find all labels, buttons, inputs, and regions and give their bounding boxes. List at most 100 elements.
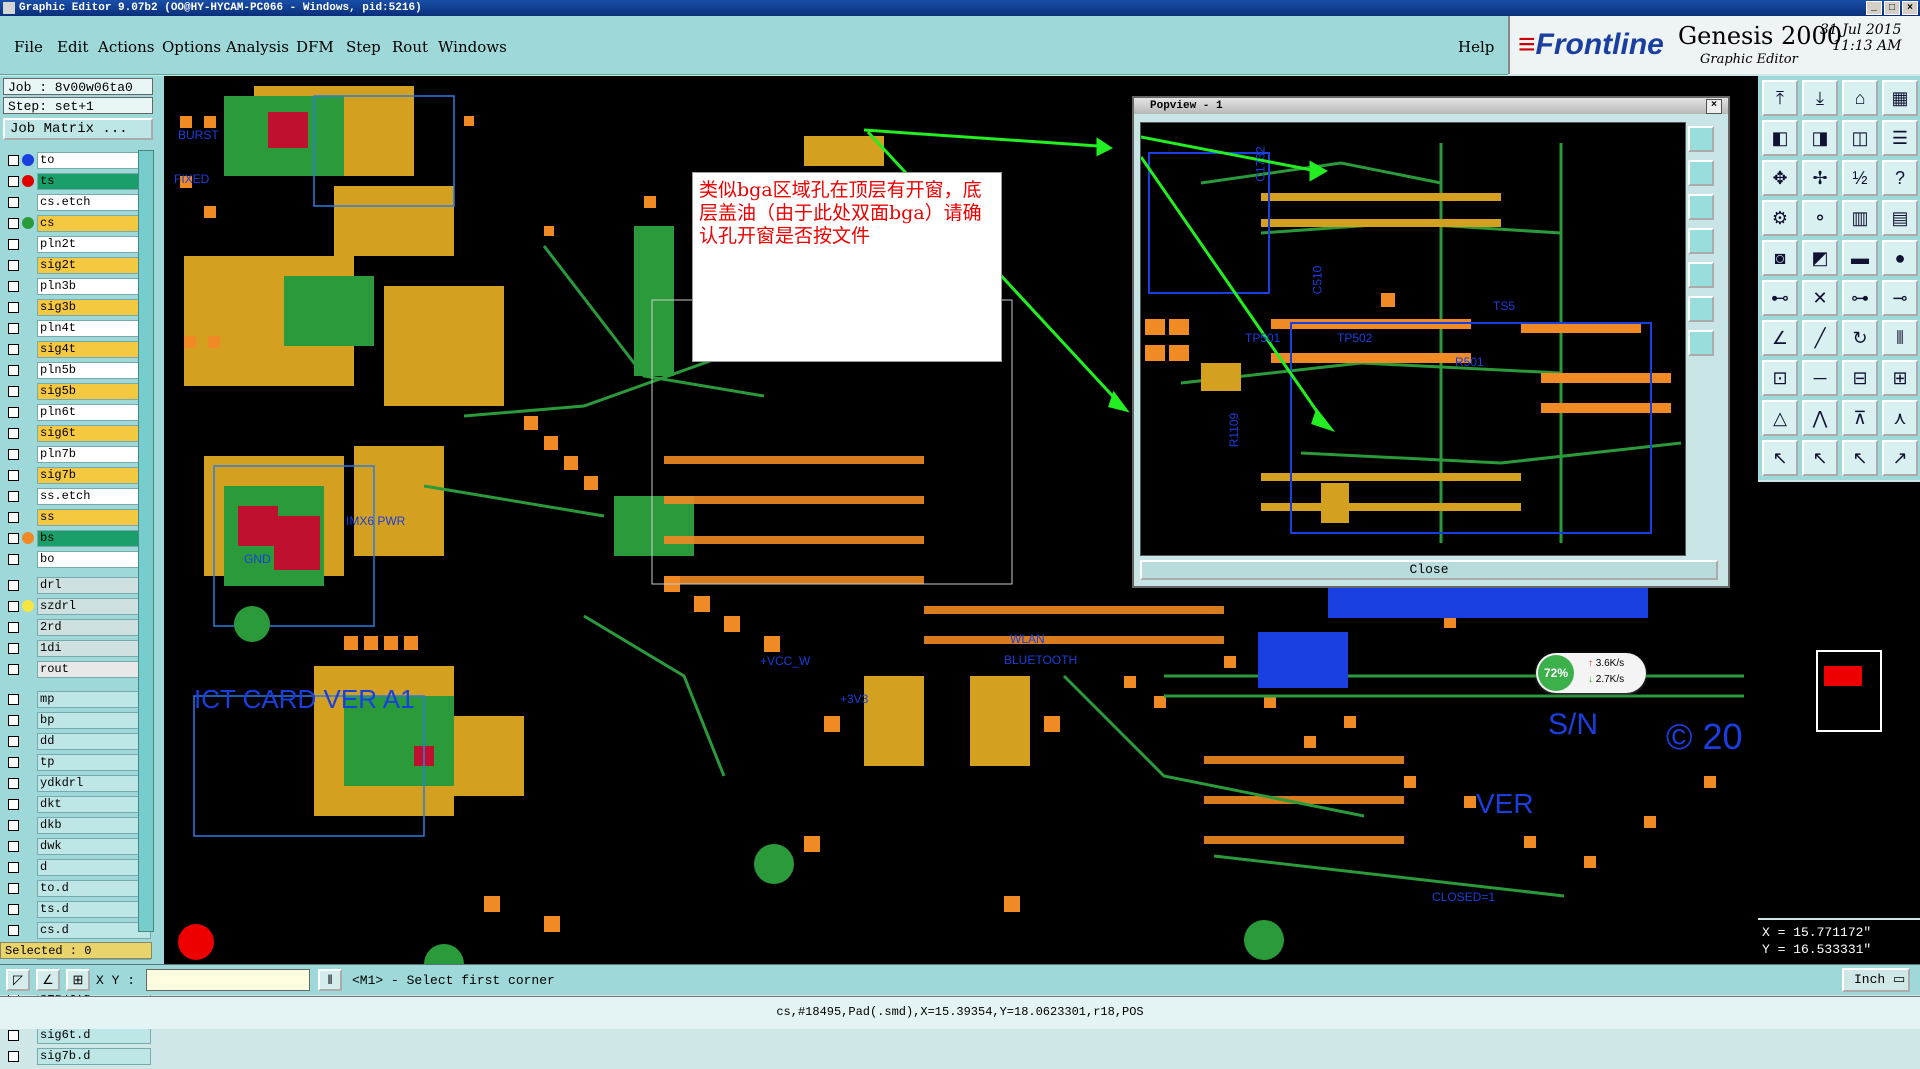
layer-name[interactable]: sig6t [37, 424, 151, 442]
layer-checkbox[interactable] [8, 154, 19, 166]
layer-checkbox[interactable] [8, 406, 19, 418]
toolbar-tool-15-icon[interactable]: ▥ [1842, 200, 1878, 236]
layer-row[interactable]: ts [3, 172, 151, 190]
menu-file[interactable]: File [14, 38, 43, 56]
layer-name[interactable]: sig7b [37, 466, 151, 484]
toolbar-tool-27-icon[interactable]: ↻ [1842, 320, 1878, 356]
layer-row[interactable]: pln6t [3, 403, 151, 421]
popview-close-button[interactable]: Close [1140, 560, 1718, 580]
layer-row[interactable]: bp [3, 711, 151, 729]
layer-checkbox[interactable] [8, 343, 19, 355]
layer-checkbox[interactable] [8, 600, 19, 612]
popview-title-bar[interactable]: Popview - 1 × [1134, 98, 1728, 114]
close-window-button[interactable]: × [1902, 1, 1918, 15]
layer-name[interactable]: bp [37, 711, 151, 729]
layer-row[interactable]: sig7b.d [3, 1047, 151, 1065]
layer-row[interactable]: sig6t [3, 424, 151, 442]
toolbar-tool-25-icon[interactable]: ∠ [1762, 320, 1798, 356]
layer-row[interactable]: ss.etch [3, 487, 151, 505]
layer-checkbox[interactable] [8, 532, 19, 544]
layer-checkbox[interactable] [8, 511, 19, 523]
toolbar-tool-37-icon[interactable]: ↖ [1762, 440, 1798, 476]
toolbar-tool-7-icon[interactable]: ◫ [1842, 120, 1878, 156]
toolbar-tool-26-icon[interactable]: ╱ [1802, 320, 1838, 356]
toolbar-tool-3-icon[interactable]: ⌂ [1842, 80, 1878, 116]
toolbar-tool-24-icon[interactable]: ⊸ [1882, 280, 1918, 316]
toolbar-tool-29-icon[interactable]: ⊡ [1762, 360, 1798, 396]
layer-name[interactable]: dkb [37, 816, 151, 834]
units-select[interactable]: Inch ▭ [1842, 968, 1910, 992]
layer-name[interactable]: to [37, 151, 151, 169]
toolbar-tool-35-icon[interactable]: ⊼ [1842, 400, 1878, 436]
layer-scrollbar[interactable] [138, 150, 154, 932]
toolbar-tool-14-icon[interactable]: ⚬ [1802, 200, 1838, 236]
layer-name[interactable]: dkt [37, 795, 151, 813]
overview-map[interactable] [1758, 482, 1920, 918]
toolbar-tool-22-icon[interactable]: ✕ [1802, 280, 1838, 316]
layer-checkbox[interactable] [8, 196, 19, 208]
layer-checkbox[interactable] [8, 364, 19, 376]
toolbar-tool-32-icon[interactable]: ⊞ [1882, 360, 1918, 396]
layer-checkbox[interactable] [8, 714, 19, 726]
layer-name[interactable]: bo [37, 550, 151, 568]
layer-checkbox[interactable] [8, 322, 19, 334]
popview-tool-7-icon[interactable] [1688, 330, 1714, 356]
popview-canvas[interactable]: TP501 TP502 R501 TS5 R1109 C510 C1732 [1140, 122, 1686, 556]
layer-name[interactable]: szdrl [37, 597, 151, 615]
layer-name[interactable]: mp [37, 690, 151, 708]
layer-row[interactable]: sig3b [3, 298, 151, 316]
layer-name[interactable]: cs.d [37, 921, 151, 939]
layer-checkbox[interactable] [8, 553, 19, 565]
layer-row[interactable]: drl [3, 576, 151, 594]
layer-name[interactable]: d [37, 858, 151, 876]
overview-viewport-frame[interactable] [1816, 650, 1882, 732]
layer-checkbox[interactable] [8, 175, 19, 187]
menu-actions[interactable]: Actions [98, 38, 154, 56]
layer-row[interactable]: 2rd [3, 618, 151, 636]
layer-row[interactable]: ts.d [3, 900, 151, 918]
layer-name[interactable]: pln4t [37, 319, 151, 337]
layer-checkbox[interactable] [8, 579, 19, 591]
grid-icon[interactable]: ⊞ [66, 969, 90, 991]
xy-input[interactable] [146, 969, 310, 991]
layer-name[interactable]: sig2t [37, 256, 151, 274]
layer-name[interactable]: 2rd [37, 618, 151, 636]
layer-name[interactable]: cs [37, 214, 151, 232]
toolbar-tool-5-icon[interactable]: ◧ [1762, 120, 1798, 156]
layer-row[interactable]: pln3b [3, 277, 151, 295]
popview-tool-2-icon[interactable] [1688, 160, 1714, 186]
toolbar-tool-39-icon[interactable]: ↖ [1842, 440, 1878, 476]
layer-name[interactable]: to.d [37, 879, 151, 897]
toolbar-tool-1-icon[interactable]: ⤒ [1762, 80, 1798, 116]
pause-icon[interactable]: ‖ [318, 969, 342, 991]
layer-name[interactable]: tp [37, 753, 151, 771]
layer-checkbox[interactable] [8, 819, 19, 831]
layer-checkbox[interactable] [8, 490, 19, 502]
layer-checkbox[interactable] [8, 642, 19, 654]
layer-checkbox[interactable] [8, 861, 19, 873]
layer-row[interactable]: to.d [3, 879, 151, 897]
layer-checkbox[interactable] [8, 798, 19, 810]
menu-step[interactable]: Step [346, 38, 381, 56]
layer-checkbox[interactable] [8, 238, 19, 250]
toolbar-tool-19-icon[interactable]: ▬ [1842, 240, 1878, 276]
layer-name[interactable]: cs.etch [37, 193, 151, 211]
layer-name[interactable]: 1di [37, 639, 151, 657]
layer-row[interactable]: tp [3, 753, 151, 771]
layer-checkbox[interactable] [8, 301, 19, 313]
layer-checkbox[interactable] [8, 621, 19, 633]
layer-checkbox[interactable] [8, 777, 19, 789]
toolbar-tool-4-icon[interactable]: ▦ [1882, 80, 1918, 116]
toolbar-tool-8-icon[interactable]: ☰ [1882, 120, 1918, 156]
toolbar-tool-17-icon[interactable]: ◙ [1762, 240, 1798, 276]
layer-name[interactable]: pln6t [37, 403, 151, 421]
layer-checkbox[interactable] [8, 448, 19, 460]
toolbar-tool-34-icon[interactable]: ⋀ [1802, 400, 1838, 436]
toolbar-tool-11-icon[interactable]: ½ [1842, 160, 1878, 196]
layer-row[interactable]: szdrl [3, 597, 151, 615]
menu-analysis[interactable]: Analysis [226, 38, 289, 56]
layer-name[interactable]: pln5b [37, 361, 151, 379]
layer-name[interactable]: sig4t [37, 340, 151, 358]
layer-row[interactable]: sig6t.d [3, 1026, 151, 1044]
layer-name[interactable]: sig3b [37, 298, 151, 316]
